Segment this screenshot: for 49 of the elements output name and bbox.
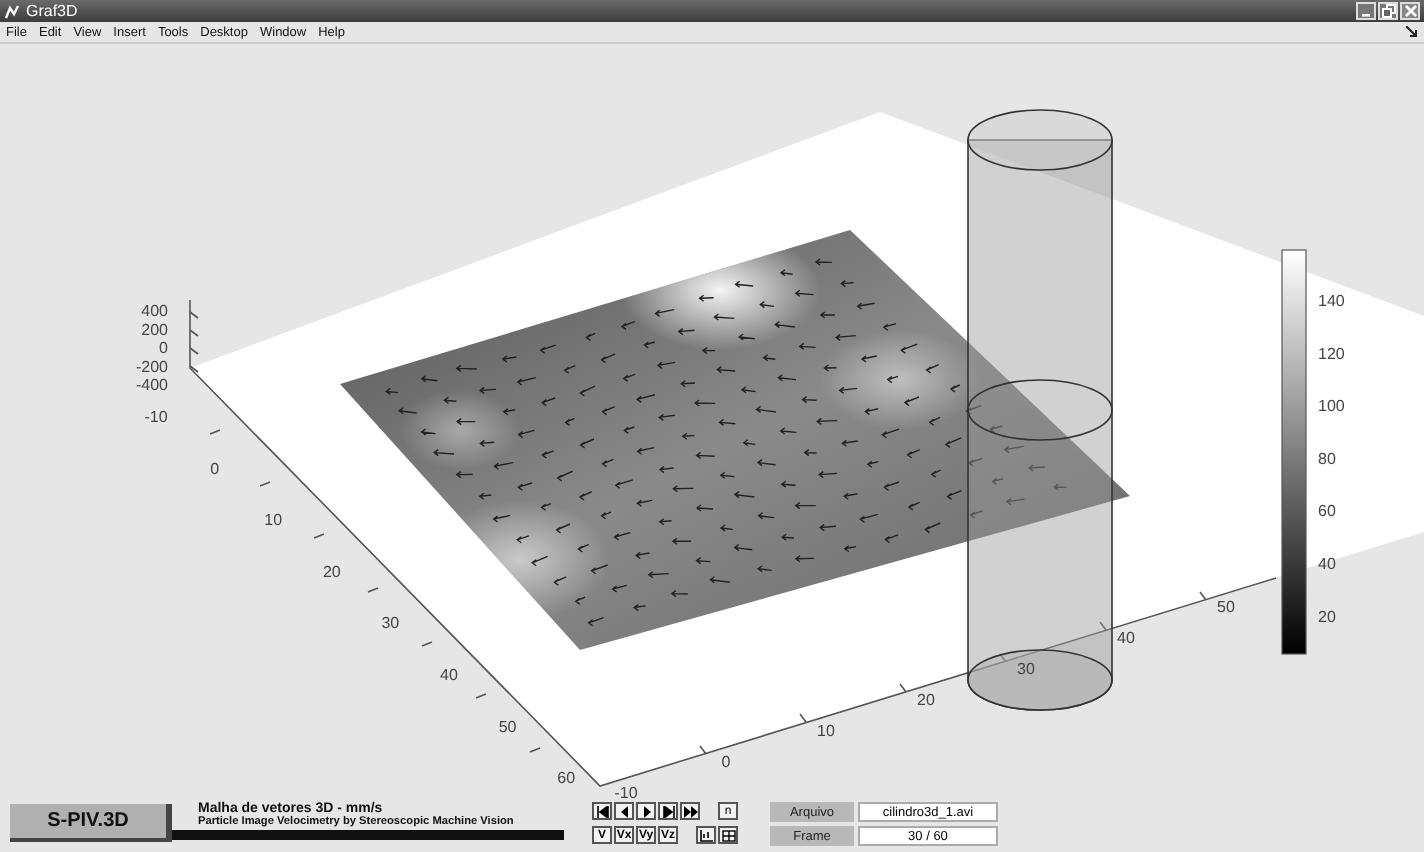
x-axis-tick-label: 40 — [1117, 629, 1135, 647]
y-axis-tick-label: 20 — [322, 562, 341, 581]
colorbar-tick-label: 100 — [1318, 397, 1345, 416]
y-axis-tick-label: 10 — [264, 511, 283, 530]
colorbar-tick-label: 140 — [1318, 292, 1345, 310]
colorbar-tick-label: 80 — [1318, 449, 1336, 468]
close-icon — [1403, 4, 1417, 18]
minimize-button[interactable] — [1356, 2, 1376, 20]
chart-icon-button[interactable] — [696, 826, 716, 844]
first-frame-button[interactable] — [592, 802, 612, 820]
triangle-left-icon — [617, 805, 631, 817]
colorbar-tick-label: 20 — [1318, 607, 1336, 626]
play-button[interactable] — [636, 802, 656, 820]
x-axis-tick-label: 10 — [817, 722, 835, 740]
app-icon — [4, 3, 20, 19]
restore-icon — [1381, 4, 1395, 18]
bar-chart-icon — [699, 829, 713, 841]
y-axis-tick-label: -10 — [144, 408, 168, 426]
window-title: Graf3D — [26, 2, 78, 20]
y-axis-tick-label: 0 — [210, 459, 220, 478]
y-axis-tick-label: 60 — [557, 769, 576, 788]
skip-back-icon — [595, 805, 609, 817]
x-axis-tick-label: 50 — [1217, 598, 1235, 616]
previous-frame-button[interactable] — [614, 802, 634, 820]
x-axis-tick-label: 30 — [1017, 660, 1035, 678]
x-axis-tick-label: 0 — [721, 753, 731, 771]
logo-label: S-PIV.3D — [10, 804, 172, 842]
colorbar-tick-label: 60 — [1318, 502, 1336, 521]
grid-icon-button[interactable] — [718, 826, 738, 844]
next-frame-button[interactable] — [658, 802, 678, 820]
colorbar-tick-label: 40 — [1318, 555, 1336, 573]
last-frame-button[interactable] — [680, 802, 700, 820]
colorbar-tick-label: 120 — [1318, 344, 1345, 363]
z-axis-tick-label: -200 — [135, 357, 168, 376]
z-axis-tick-label: 200 — [141, 320, 168, 339]
play-icon — [639, 805, 653, 817]
dock-arrow-icon[interactable] — [1406, 26, 1418, 38]
y-axis-tick-label: 50 — [498, 717, 517, 736]
y-axis-tick-label: 30 — [381, 614, 400, 633]
skip-forward-icon — [661, 805, 675, 817]
maximize-button[interactable] — [1378, 2, 1398, 20]
x-axis-tick-label: -10 — [614, 784, 638, 800]
fast-forward-icon — [683, 805, 697, 817]
z-axis-tick-label: 0 — [159, 339, 168, 358]
z-axis-tick-label: 400 — [141, 302, 168, 320]
grid-icon — [721, 829, 735, 841]
x-axis-tick-label: 20 — [917, 691, 935, 709]
z-axis-tick-label: -400 — [135, 376, 168, 395]
y-axis-tick-label: 40 — [440, 666, 458, 684]
